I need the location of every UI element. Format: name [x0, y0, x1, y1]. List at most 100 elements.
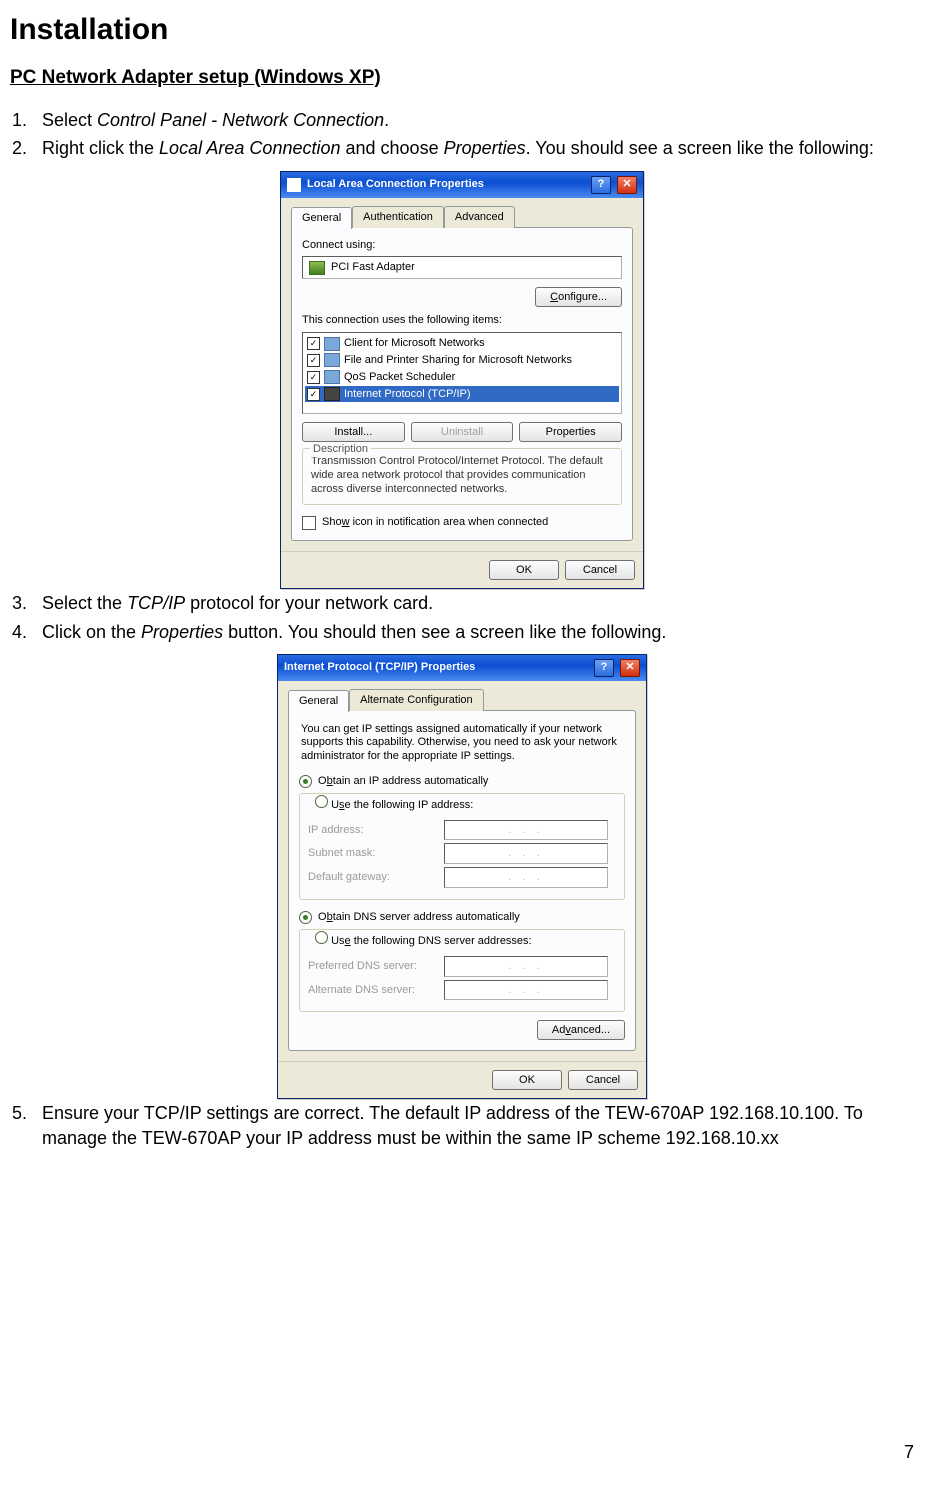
radio-icon — [315, 795, 328, 808]
tab-advanced[interactable]: Advanced — [444, 206, 515, 228]
component-icon — [324, 337, 340, 351]
radio-label: Obtain an IP address automatically — [318, 774, 488, 789]
help-button[interactable]: ? — [594, 659, 614, 677]
tab-strip: General Alternate Configuration — [288, 689, 636, 711]
list-item[interactable]: ✓ File and Printer Sharing for Microsoft… — [305, 352, 619, 369]
cancel-button[interactable]: Cancel — [568, 1070, 638, 1090]
close-button[interactable]: ✕ — [617, 176, 637, 194]
tab-authentication[interactable]: Authentication — [352, 206, 444, 228]
steps-list-3: Ensure your TCP/IP settings are correct.… — [10, 1101, 914, 1150]
pref-dns-label: Preferred DNS server: — [308, 959, 438, 974]
page-title: Installation — [10, 10, 914, 51]
checkbox-icon[interactable]: ✓ — [307, 388, 320, 401]
ip-address-label: IP address: — [308, 823, 438, 838]
ip-fieldset: Use the following IP address: IP address… — [299, 793, 625, 900]
gateway-input: . . . — [444, 867, 608, 888]
radio-label: Use the following IP address: — [331, 799, 473, 811]
radio-label: Use the following DNS server addresses: — [331, 935, 532, 947]
description-group: Description Transmission Control Protoco… — [302, 448, 622, 505]
description-legend: Description — [310, 442, 371, 457]
list-item-label: QoS Packet Scheduler — [344, 370, 455, 385]
dialog-title: Internet Protocol (TCP/IP) Properties — [284, 660, 475, 675]
step-5: Ensure your TCP/IP settings are correct.… — [32, 1101, 914, 1150]
gateway-label: Default gateway: — [308, 870, 438, 885]
protocol-icon — [324, 387, 340, 401]
configure-button[interactable]: Configure... — [535, 287, 622, 307]
radio-use-dns[interactable]: Use the following DNS server addresses: — [312, 931, 535, 949]
close-button[interactable]: ✕ — [620, 659, 640, 677]
list-item-label: Client for Microsoft Networks — [344, 336, 485, 351]
radio-icon — [299, 775, 312, 788]
adapter-name: PCI Fast Adapter — [331, 260, 415, 275]
radio-obtain-ip[interactable]: Obtain an IP address automatically — [299, 772, 625, 791]
list-item-label: File and Printer Sharing for Microsoft N… — [344, 353, 572, 368]
step-2: Right click the Local Area Connection an… — [32, 136, 914, 160]
ip-address-row: IP address: . . . — [308, 820, 616, 841]
ip-address-input: . . . — [444, 820, 608, 841]
step-4-italic: Properties — [141, 622, 223, 642]
show-icon-checkbox-row[interactable]: Show icon in notification area when conn… — [302, 515, 622, 530]
checkbox-icon[interactable] — [302, 516, 316, 530]
cancel-button[interactable]: Cancel — [565, 560, 635, 580]
radio-icon — [299, 911, 312, 924]
page-subtitle: PC Network Adapter setup (Windows XP) — [10, 65, 914, 91]
advanced-button[interactable]: Advanced... — [537, 1020, 625, 1040]
alt-dns-label: Alternate DNS server: — [308, 983, 438, 998]
install-button[interactable]: Install... — [302, 422, 405, 442]
steps-list-2: Select the TCP/IP protocol for your netw… — [10, 591, 914, 644]
alt-dns-row: Alternate DNS server: . . . — [308, 980, 616, 1001]
list-item-label: Internet Protocol (TCP/IP) — [344, 387, 471, 402]
step-3-text-a: Select the — [42, 593, 127, 613]
tab-alternate[interactable]: Alternate Configuration — [349, 689, 484, 711]
step-3-italic: TCP/IP — [127, 593, 185, 613]
dns-fieldset: Use the following DNS server addresses: … — [299, 929, 625, 1013]
step-2-text-c: . You should see a screen like the follo… — [526, 138, 874, 158]
tab-general[interactable]: General — [288, 690, 349, 712]
step-4: Click on the Properties button. You shou… — [32, 620, 914, 644]
alt-dns-input: . . . — [444, 980, 608, 1001]
ok-button[interactable]: OK — [489, 560, 559, 580]
subnet-row: Subnet mask: . . . — [308, 843, 616, 864]
list-item[interactable]: ✓ QoS Packet Scheduler — [305, 369, 619, 386]
intro-text: You can get IP settings assigned automat… — [299, 721, 625, 772]
window-icon — [287, 178, 301, 192]
dialog-title: Local Area Connection Properties — [307, 177, 484, 192]
step-1: Select Control Panel - Network Connectio… — [32, 108, 914, 132]
subnet-input: . . . — [444, 843, 608, 864]
list-item-selected[interactable]: ✓ Internet Protocol (TCP/IP) — [305, 386, 619, 403]
radio-use-ip[interactable]: Use the following IP address: — [312, 795, 476, 813]
dialog-titlebar[interactable]: Local Area Connection Properties ? ✕ — [281, 172, 643, 198]
step-2-italic-1: Local Area Connection — [159, 138, 340, 158]
step-1-text-b: . — [384, 110, 389, 130]
component-icon — [324, 370, 340, 384]
connect-using-label: Connect using: — [302, 238, 622, 253]
step-4-text-a: Click on the — [42, 622, 141, 642]
tcpip-properties-dialog: Internet Protocol (TCP/IP) Properties ? … — [277, 654, 647, 1100]
step-2-italic-2: Properties — [444, 138, 526, 158]
step-4-text-b: button. You should then see a screen lik… — [223, 622, 666, 642]
items-listbox[interactable]: ✓ Client for Microsoft Networks ✓ File a… — [302, 332, 622, 414]
page-number: 7 — [904, 1440, 914, 1464]
steps-list: Select Control Panel - Network Connectio… — [10, 108, 914, 161]
ok-button[interactable]: OK — [492, 1070, 562, 1090]
properties-button[interactable]: Properties — [519, 422, 622, 442]
items-label: This connection uses the following items… — [302, 313, 622, 328]
step-1-italic: Control Panel - Network Connection — [97, 110, 384, 130]
lac-properties-dialog: Local Area Connection Properties ? ✕ Gen… — [280, 171, 644, 589]
list-item[interactable]: ✓ Client for Microsoft Networks — [305, 335, 619, 352]
tab-strip: General Authentication Advanced — [291, 206, 633, 228]
radio-label: Obtain DNS server address automatically — [318, 910, 520, 925]
gateway-row: Default gateway: . . . — [308, 867, 616, 888]
radio-icon — [315, 931, 328, 944]
description-text: Transmission Control Protocol/Internet P… — [311, 455, 613, 496]
dialog-titlebar[interactable]: Internet Protocol (TCP/IP) Properties ? … — [278, 655, 646, 681]
radio-obtain-dns[interactable]: Obtain DNS server address automatically — [299, 908, 625, 927]
checkbox-icon[interactable]: ✓ — [307, 337, 320, 350]
tab-general[interactable]: General — [291, 207, 352, 229]
checkbox-icon[interactable]: ✓ — [307, 354, 320, 367]
step-2-text-b: and choose — [341, 138, 444, 158]
help-button[interactable]: ? — [591, 176, 611, 194]
pref-dns-row: Preferred DNS server: . . . — [308, 956, 616, 977]
checkbox-icon[interactable]: ✓ — [307, 371, 320, 384]
show-icon-label: Show icon in notification area when conn… — [322, 515, 548, 530]
